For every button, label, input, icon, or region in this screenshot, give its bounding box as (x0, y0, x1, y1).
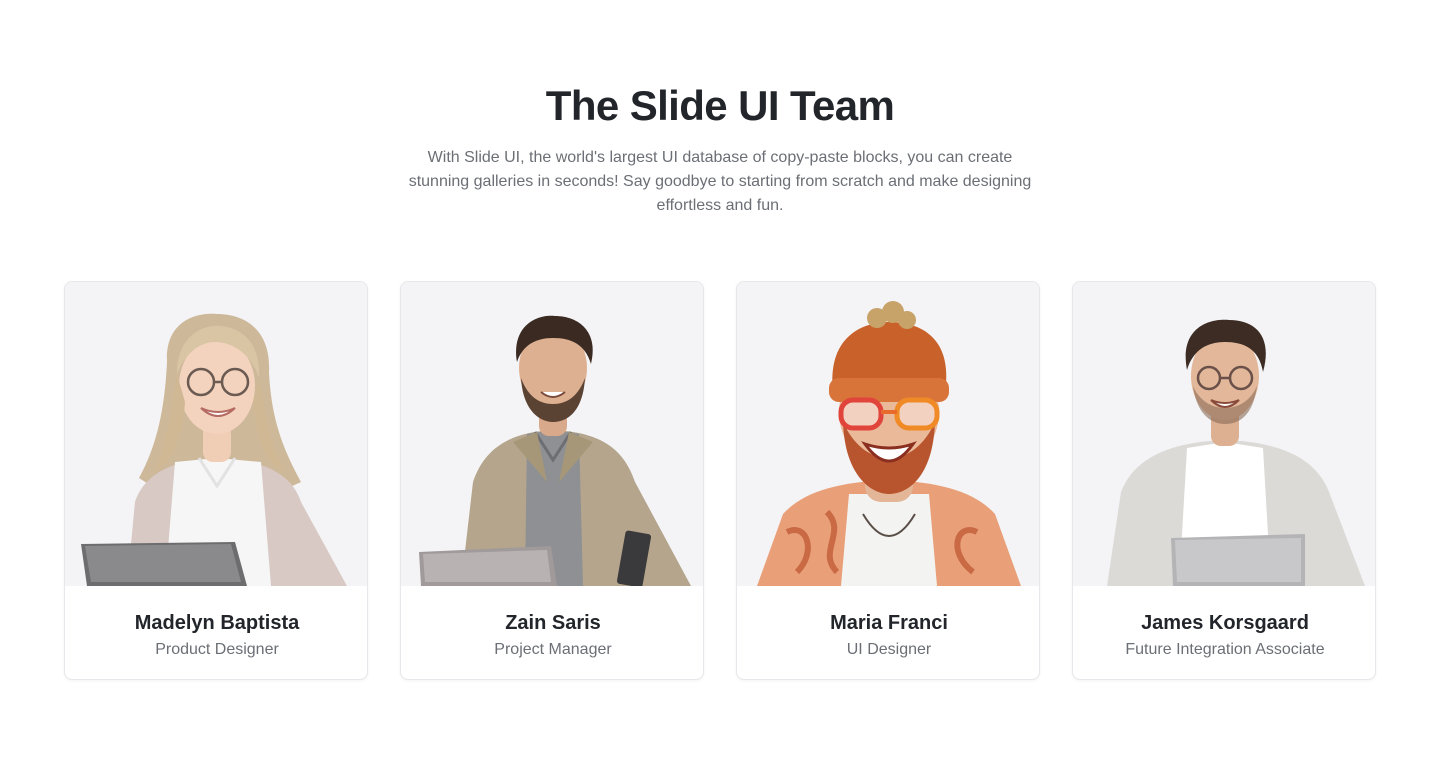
member-role: Project Manager (494, 641, 612, 658)
team-card: Madelyn Baptista Product Designer (64, 281, 368, 680)
member-photo (401, 282, 703, 586)
team-grid: Madelyn Baptista Product Designer Zain S… (64, 281, 1376, 681)
member-role: Product Designer (155, 641, 279, 658)
team-section: The Slide UI Team With Slide UI, the wor… (0, 0, 1440, 761)
page-title: The Slide UI Team (545, 82, 895, 129)
member-role: Future Integration Associate (1125, 641, 1325, 658)
section-description: With Slide UI, the world's largest UI da… (408, 149, 1032, 214)
member-name: James Korsgaard (1141, 612, 1309, 634)
team-card: Zain Saris Project Manager (400, 281, 704, 680)
portrait-man-jacket-laptop (401, 282, 703, 586)
member-photo (1073, 282, 1375, 586)
portrait-man-beanie (737, 282, 1039, 586)
member-photo (737, 282, 1039, 586)
team-card: James Korsgaard Future Integration Assoc… (1072, 281, 1376, 680)
portrait-man-glasses-laptop (1073, 282, 1375, 586)
member-role: UI Designer (846, 641, 932, 658)
member-photo (65, 282, 367, 586)
member-name: Zain Saris (505, 612, 601, 634)
member-name: Maria Franci (830, 612, 948, 634)
team-card: Maria Franci UI Designer (736, 281, 1040, 680)
member-name: Madelyn Baptista (134, 612, 300, 634)
portrait-woman-laptop (65, 282, 367, 586)
